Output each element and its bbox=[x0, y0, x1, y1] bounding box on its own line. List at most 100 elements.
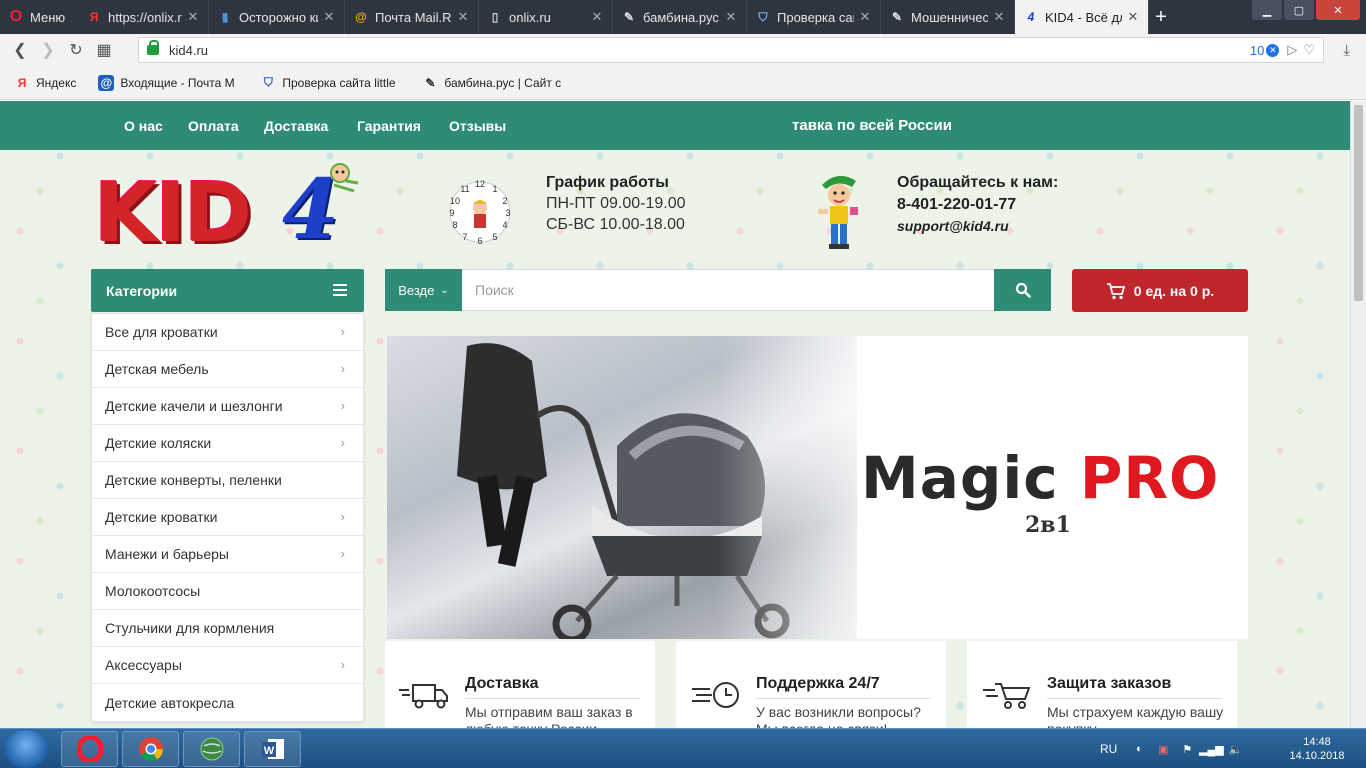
close-icon[interactable]: ✕ bbox=[590, 9, 604, 25]
download-icon[interactable]: ⤓ bbox=[1343, 42, 1350, 59]
close-icon[interactable]: ✕ bbox=[1126, 9, 1140, 25]
site-logo[interactable]: KID 4 bbox=[92, 161, 367, 261]
contact-phone[interactable]: 8-401-220-01-77 bbox=[897, 196, 1058, 214]
page-icon: ▯ bbox=[491, 10, 499, 24]
promo-banner[interactable]: Magic PRO 2в1 bbox=[387, 336, 1248, 639]
category-item-furniture[interactable]: Детская мебель › bbox=[92, 351, 363, 388]
svg-text:11: 11 bbox=[460, 184, 469, 194]
adblock-icon[interactable]: ✕ bbox=[1266, 43, 1280, 57]
action-center-icon[interactable]: ⚑ bbox=[1179, 741, 1195, 757]
adblock-count: 10 bbox=[1249, 42, 1265, 58]
search-button[interactable] bbox=[994, 269, 1051, 311]
category-item-breast-pumps[interactable]: Молокоотсосы bbox=[92, 573, 363, 610]
contact-email[interactable]: support@kid4.ru bbox=[897, 218, 1058, 234]
start-button[interactable] bbox=[4, 730, 48, 768]
nav-payment[interactable]: Оплата bbox=[188, 118, 239, 134]
tab-moshennichestvo[interactable]: ✎ Мошенничест ✕ bbox=[881, 0, 1015, 34]
close-icon[interactable]: ✕ bbox=[456, 9, 470, 25]
close-icon[interactable]: ✕ bbox=[186, 9, 200, 25]
address-field[interactable]: kid4.ru 10 ✕ ▷ ♡ bbox=[138, 37, 1324, 63]
opera-menu-button[interactable]: O Меню bbox=[0, 0, 78, 34]
feature-delivery-title: Доставка bbox=[465, 675, 539, 692]
yandex-icon: Я bbox=[17, 75, 27, 90]
nav-guarantee[interactable]: Гарантия bbox=[357, 118, 421, 134]
chevron-right-icon: › bbox=[340, 361, 345, 376]
categories-heading: Категории bbox=[106, 282, 178, 299]
pen-icon: ✎ bbox=[891, 10, 903, 24]
category-item-swings[interactable]: Детские качели и шезлонги › bbox=[92, 388, 363, 425]
window-close-button[interactable]: ✕ bbox=[1316, 0, 1360, 20]
chevron-right-icon: › bbox=[340, 509, 345, 524]
svg-text:7: 7 bbox=[462, 232, 467, 242]
taskbar-opera[interactable] bbox=[61, 731, 118, 767]
category-item-car-seats[interactable]: Детские автокресла bbox=[92, 684, 363, 721]
search-input[interactable] bbox=[462, 269, 994, 311]
category-item-accessories[interactable]: Аксессуары › bbox=[92, 647, 363, 684]
cart-summary: 0 ед. на 0 р. bbox=[1133, 282, 1215, 299]
maximize-button[interactable]: ▢ bbox=[1284, 0, 1314, 20]
categories-toggle[interactable]: Категории bbox=[91, 269, 364, 312]
taskbar-chrome[interactable] bbox=[122, 731, 179, 767]
menu-label: Меню bbox=[30, 9, 66, 25]
nav-reviews[interactable]: Отзывы bbox=[449, 118, 506, 134]
category-item-strollers[interactable]: Детские коляски › bbox=[92, 425, 363, 462]
tab-ostorozhno[interactable]: ▮ Осторожно ки ✕ bbox=[209, 0, 345, 34]
category-item-crib-goods[interactable]: Все для кроватки › bbox=[92, 314, 363, 351]
category-item-cribs[interactable]: Детские кроватки › bbox=[92, 499, 363, 536]
heart-icon[interactable]: ♡ bbox=[1303, 42, 1315, 58]
language-indicator[interactable]: RU bbox=[1100, 742, 1117, 756]
close-icon[interactable]: ✕ bbox=[858, 9, 872, 25]
tab-onlix[interactable]: ▯ onlix.ru ✕ bbox=[479, 0, 613, 34]
svg-text:10: 10 bbox=[450, 196, 460, 206]
page-scrollbar[interactable] bbox=[1350, 101, 1366, 728]
close-icon[interactable]: ✕ bbox=[992, 9, 1006, 25]
bookmark-bambina[interactable]: ✎ бамбина.рус | Сайт с bbox=[422, 75, 562, 91]
lock-icon bbox=[147, 40, 159, 55]
tab-mail-ru[interactable]: @ Почта Mail.Ru ✕ bbox=[345, 0, 479, 34]
chevron-right-icon: › bbox=[340, 435, 345, 450]
tab-kid4[interactable]: 4 KID4 - Всё для ✕ bbox=[1015, 0, 1149, 34]
category-item-playpens[interactable]: Манежи и барьеры › bbox=[92, 536, 363, 573]
network-error-icon[interactable]: ▣ bbox=[1155, 741, 1171, 757]
banner-title: Magic PRO bbox=[861, 444, 1219, 512]
banner-subtitle: 2в1 bbox=[1025, 512, 1071, 538]
speech-icon: ▮ bbox=[221, 10, 229, 24]
signal-icon[interactable]: ▂▄▆ bbox=[1199, 741, 1224, 757]
back-button[interactable]: ❮ bbox=[6, 36, 34, 64]
banner-title-accent: PRO bbox=[1079, 444, 1220, 512]
send-icon[interactable]: ▷ bbox=[1287, 42, 1297, 58]
scrollbar-thumb[interactable] bbox=[1354, 105, 1363, 301]
tab-onlix-https[interactable]: Я https://onlix.ru ✕ bbox=[78, 0, 209, 34]
nav-about[interactable]: О нас bbox=[124, 118, 163, 134]
page-viewport: О нас Оплата Доставка Гарантия Отзывы та… bbox=[0, 101, 1350, 728]
forward-button[interactable]: ❯ bbox=[34, 36, 62, 64]
taskbar-word[interactable]: W bbox=[244, 731, 301, 767]
tab-proverka[interactable]: ⛉ Проверка сайт ✕ bbox=[747, 0, 881, 34]
chevron-right-icon: › bbox=[340, 324, 345, 339]
bookmark-yandex[interactable]: Я Яндекс bbox=[14, 75, 77, 91]
cart-button[interactable]: 0 ед. на 0 р. bbox=[1072, 269, 1248, 312]
feature-divider bbox=[465, 698, 640, 699]
volume-icon[interactable]: 🔈 bbox=[1227, 741, 1243, 757]
category-item-envelopes[interactable]: Детские конверты, пеленки bbox=[92, 462, 363, 499]
feature-protection-title: Защита заказов bbox=[1047, 675, 1172, 692]
close-icon[interactable]: ✕ bbox=[724, 9, 738, 25]
taskbar-network[interactable] bbox=[183, 731, 240, 767]
app-tray-icon[interactable]: ◐ bbox=[1131, 741, 1147, 757]
shield-icon: ⛉ bbox=[263, 75, 273, 89]
tab-bambina[interactable]: ✎ бамбина.рус | ✕ bbox=[613, 0, 747, 34]
new-tab-button[interactable]: + bbox=[1149, 0, 1173, 34]
bookmark-mail[interactable]: @ Входящие - Почта М bbox=[98, 74, 238, 91]
category-item-high-chairs[interactable]: Стульчики для кормления bbox=[92, 610, 363, 647]
bookmark-proverka[interactable]: ⛉ Проверка сайта little bbox=[260, 75, 400, 91]
system-clock[interactable]: 14:48 14.10.2018 bbox=[1287, 735, 1347, 763]
nav-delivery[interactable]: Доставка bbox=[264, 118, 328, 134]
contact-block: Обращайтесь к нам: 8-401-220-01-77 suppo… bbox=[897, 174, 1058, 234]
speed-dial-icon[interactable]: ▦ bbox=[90, 36, 118, 64]
minimize-button[interactable]: ▁ bbox=[1252, 0, 1282, 20]
search-scope-select[interactable]: Везде ⌄ bbox=[385, 269, 462, 311]
banner-title-main: Magic bbox=[861, 444, 1059, 512]
reload-button[interactable]: ↻ bbox=[62, 36, 90, 64]
close-icon[interactable]: ✕ bbox=[322, 9, 336, 25]
url-text: kid4.ru bbox=[169, 42, 209, 58]
